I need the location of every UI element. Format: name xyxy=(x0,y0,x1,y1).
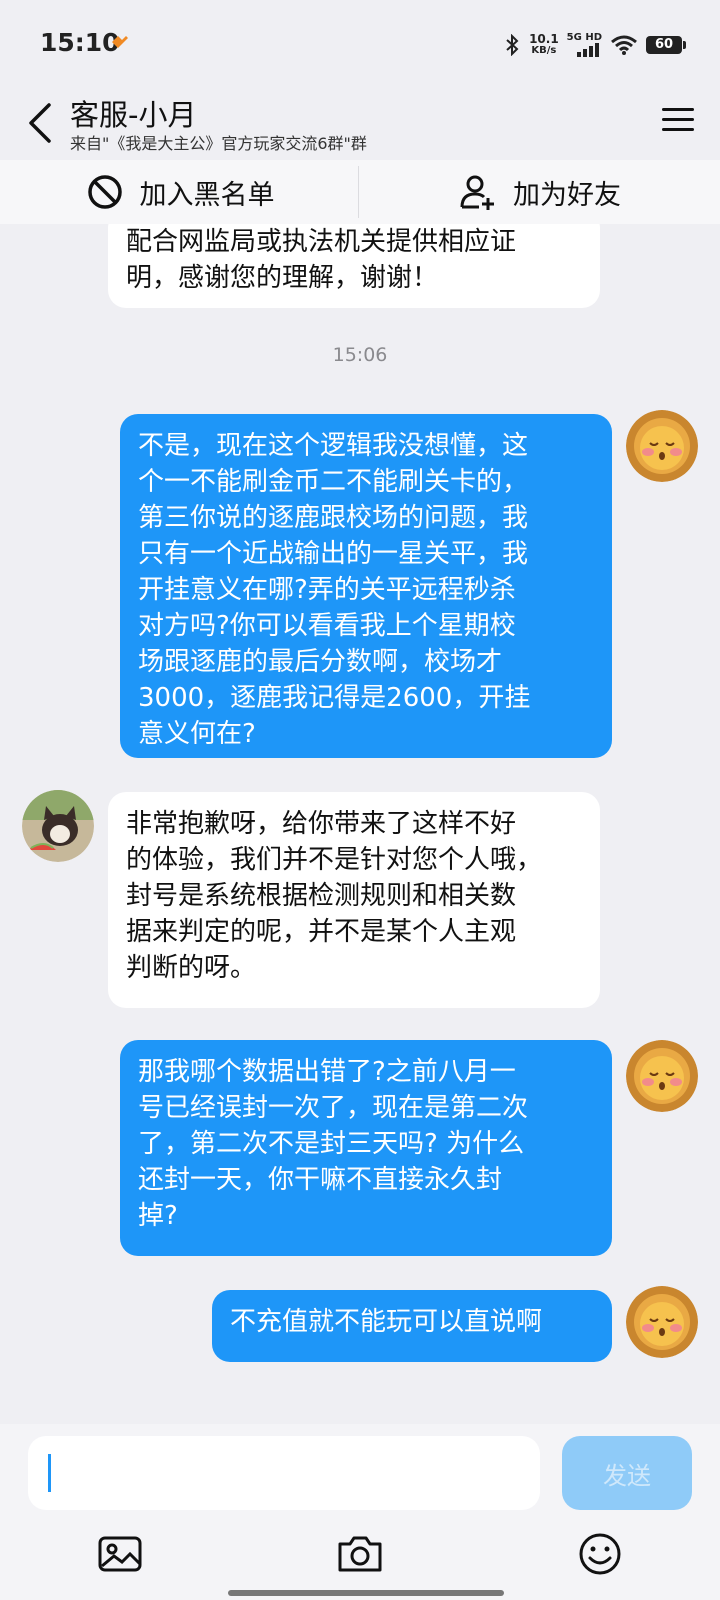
message-bubble-incoming[interactable]: 非常抱歉呀，给你带来了这样不好 的体验，我们并不是针对您个人哦， 封号是系统根据… xyxy=(108,792,600,1008)
blacklist-label: 加入黑名单 xyxy=(139,179,275,211)
menu-icon[interactable] xyxy=(658,102,698,138)
sunflower-avatar-icon xyxy=(626,410,698,482)
action-bar: 加入黑名单 加为好友 xyxy=(0,160,720,224)
chat-title: 客服-小月 xyxy=(70,98,197,132)
message-line: 对方吗?你可以看看我上个星期校 xyxy=(138,611,516,641)
home-indicator[interactable] xyxy=(228,1590,504,1596)
message-bubble-outgoing[interactable]: 不充值就不能玩可以直说啊 xyxy=(212,1290,612,1362)
message-line: 还封一天，你干嘛不直接永久封 xyxy=(138,1165,503,1195)
emoji-icon[interactable] xyxy=(576,1530,624,1578)
chevron-left-icon xyxy=(29,103,51,143)
network-speed-unit: KB/s xyxy=(531,45,557,56)
chat-header: 客服-小月 来自"《我是大主公》官方玩家交流6群"群 xyxy=(0,88,720,168)
message-line: 不是，现在这个逻辑我没想懂，这 xyxy=(138,431,529,461)
my-avatar[interactable] xyxy=(626,1286,698,1358)
message-line: 判断的呀。 xyxy=(126,953,257,983)
message-line: 那我哪个数据出错了?之前八月一 xyxy=(138,1057,516,1087)
network-speed-value: 10.1 xyxy=(529,32,559,46)
message-line: 个一不能刷金币二不能刷关卡的， xyxy=(138,467,529,497)
app-notification-icon xyxy=(112,36,128,48)
status-bar: 15:10 10.1 KB/s 5G HD 60 xyxy=(0,0,720,88)
message-line: 只有一个近战输出的一星关平，我 xyxy=(138,539,529,569)
cell-signal: 5G HD xyxy=(567,33,602,57)
text-cursor xyxy=(48,1454,51,1492)
message-list[interactable]: 配合网监局或执法机关提供相应证 明，感谢您的理解，谢谢！ 15:06 不是，现在… xyxy=(0,224,720,1424)
action-divider xyxy=(358,166,359,218)
status-time: 15:10 xyxy=(40,28,120,57)
wifi-icon xyxy=(611,35,637,55)
message-line: 的体验，我们并不是针对您个人哦， xyxy=(126,845,543,875)
service-avatar[interactable] xyxy=(22,790,94,862)
message-line: 明，感谢您的理解，谢谢！ xyxy=(126,263,439,293)
message-timestamp: 15:06 xyxy=(332,344,388,366)
image-icon[interactable] xyxy=(96,1530,144,1578)
message-line: 了，第二次不是封三天吗? 为什么 xyxy=(138,1129,525,1159)
my-avatar[interactable] xyxy=(626,1040,698,1112)
chat-subtitle: 来自"《我是大主公》官方玩家交流6群"群 xyxy=(70,134,367,153)
my-avatar[interactable] xyxy=(626,410,698,482)
message-line: 配合网监局或执法机关提供相应证 xyxy=(126,227,517,257)
message-line: 3000，逐鹿我记得是2600，开挂 xyxy=(138,683,531,713)
message-line: 不充值就不能玩可以直说啊 xyxy=(230,1307,543,1337)
message-line: 第三你说的逐鹿跟校场的问题，我 xyxy=(138,503,529,533)
status-indicators: 10.1 KB/s 5G HD 60 xyxy=(503,30,686,60)
block-icon xyxy=(87,175,122,209)
message-line: 意义何在? xyxy=(138,719,256,749)
sunflower-avatar-icon xyxy=(626,1040,698,1112)
message-input[interactable] xyxy=(28,1436,540,1510)
send-button[interactable]: 发送 xyxy=(562,1436,692,1510)
add-friend-button[interactable]: 加为好友 xyxy=(360,160,720,224)
add-user-icon xyxy=(460,175,494,210)
battery-indicator: 60 xyxy=(646,36,686,54)
message-line: 据来判定的呢，并不是某个人主观 xyxy=(126,917,517,947)
message-line: 场跟逐鹿的最后分数啊，校场才 xyxy=(138,647,503,677)
input-bar: 发送 xyxy=(0,1424,720,1600)
network-speed: 10.1 KB/s xyxy=(529,33,559,57)
message-line: 封号是系统根据检测规则和相关数 xyxy=(126,881,517,911)
add-friend-label: 加为好友 xyxy=(513,179,621,211)
cat-avatar-icon xyxy=(22,790,94,862)
message-line: 掉? xyxy=(138,1201,178,1231)
message-bubble-outgoing[interactable]: 那我哪个数据出错了?之前八月一 号已经误封一次了，现在是第二次 了，第二次不是封… xyxy=(120,1040,612,1256)
back-button[interactable] xyxy=(20,98,60,148)
message-bubble-incoming[interactable]: 配合网监局或执法机关提供相应证 明，感谢您的理解，谢谢！ xyxy=(108,224,600,308)
blacklist-button[interactable]: 加入黑名单 xyxy=(0,160,360,224)
network-type: 5G HD xyxy=(566,32,602,43)
message-line: 开挂意义在哪?弄的关平远程秒杀 xyxy=(138,575,516,605)
signal-bars-icon xyxy=(577,43,599,57)
bluetooth-icon xyxy=(506,34,519,56)
camera-icon[interactable] xyxy=(336,1530,384,1578)
message-line: 非常抱歉呀，给你带来了这样不好 xyxy=(126,809,517,839)
sunflower-avatar-icon xyxy=(626,1286,698,1358)
message-line: 号已经误封一次了，现在是第二次 xyxy=(138,1093,529,1123)
message-bubble-outgoing[interactable]: 不是，现在这个逻辑我没想懂，这 个一不能刷金币二不能刷关卡的， 第三你说的逐鹿跟… xyxy=(120,414,612,758)
